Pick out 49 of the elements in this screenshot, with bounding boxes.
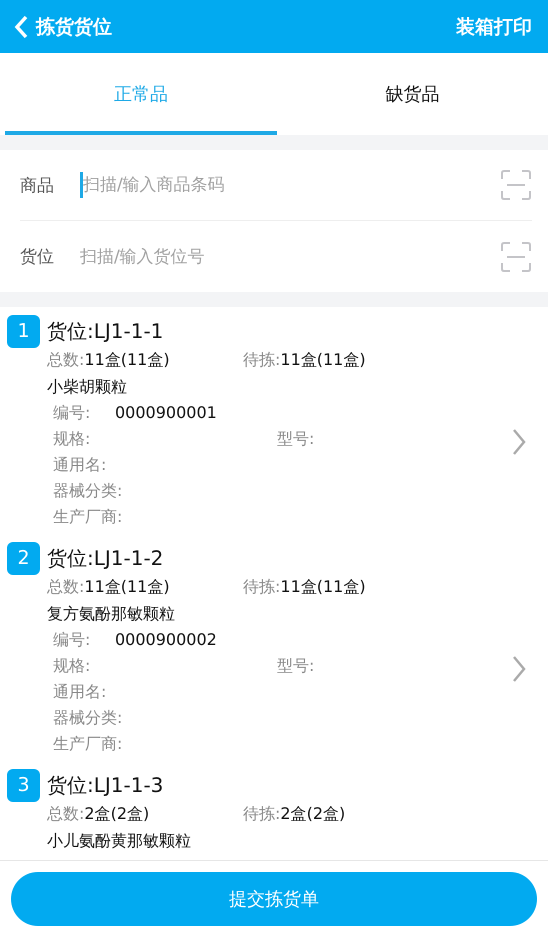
- pending-value: 2盒(2盒): [280, 804, 346, 822]
- total-label: 总数:: [47, 576, 84, 596]
- scan-icon[interactable]: [500, 240, 532, 272]
- code-label: 编号:: [53, 629, 92, 651]
- total-label: 总数:: [47, 804, 84, 822]
- pending-value: 11盒(11盒): [280, 576, 366, 596]
- pending-value: 11盒(11盒): [280, 350, 366, 368]
- spec-label: 规格:: [53, 428, 92, 450]
- index-badge: 3: [7, 768, 40, 802]
- spec-label: 规格:: [53, 655, 92, 677]
- pending-label: 待拣:: [243, 804, 280, 822]
- code-value: 0000900001: [115, 403, 217, 422]
- field-label: 商品: [20, 174, 55, 196]
- tab[interactable]: 缺货品: [276, 53, 548, 135]
- total-value: 11盒(11盒): [84, 576, 170, 596]
- submit-button[interactable]: 提交拣货单: [11, 872, 537, 926]
- total-label: 总数:: [47, 350, 84, 368]
- chevron-right-icon[interactable]: [512, 428, 526, 456]
- detail-label: 器械分类:: [53, 481, 122, 500]
- location-title: 货位:LJ1-1-2: [47, 544, 164, 572]
- model-label: 型号:: [277, 656, 314, 675]
- code-value: 0000900002: [115, 630, 217, 649]
- detail-label: 通用名:: [53, 455, 106, 474]
- total-value: 2盒(2盒): [84, 804, 150, 822]
- back-icon[interactable]: [14, 14, 28, 38]
- detail-label: 生产厂商:: [53, 734, 122, 753]
- input-field[interactable]: 扫描/输入货位号: [80, 246, 500, 266]
- code-label: 编号:: [53, 402, 92, 424]
- total-value: 11盒(11盒): [84, 350, 170, 368]
- detail-label: 通用名:: [53, 682, 106, 701]
- product-name: 复方氨酚那敏颗粒: [47, 603, 176, 625]
- detail-label: 生产厂商:: [53, 507, 122, 526]
- index-badge: 1: [7, 314, 40, 348]
- product-name: 小儿氨酚黄那敏颗粒: [47, 830, 192, 852]
- scan-icon[interactable]: [500, 169, 532, 201]
- tab[interactable]: 正常品: [5, 53, 276, 135]
- input-field[interactable]: 扫描/输入商品条码: [83, 175, 500, 195]
- location-title: 货位:LJ1-1-3: [47, 772, 164, 798]
- field-label: 货位: [20, 246, 55, 268]
- pending-label: 待拣:: [243, 350, 280, 368]
- detail-label: 器械分类:: [53, 708, 122, 727]
- pending-label: 待拣:: [243, 576, 280, 596]
- pack-print-link[interactable]: 装箱打印: [456, 14, 532, 40]
- model-label: 型号:: [277, 429, 314, 448]
- chevron-right-icon[interactable]: [512, 655, 526, 683]
- product-name: 小柴胡颗粒: [47, 376, 128, 398]
- index-badge: 2: [7, 542, 40, 574]
- page-title: 拣货货位: [36, 14, 112, 40]
- location-title: 货位:LJ1-1-1: [47, 318, 164, 344]
